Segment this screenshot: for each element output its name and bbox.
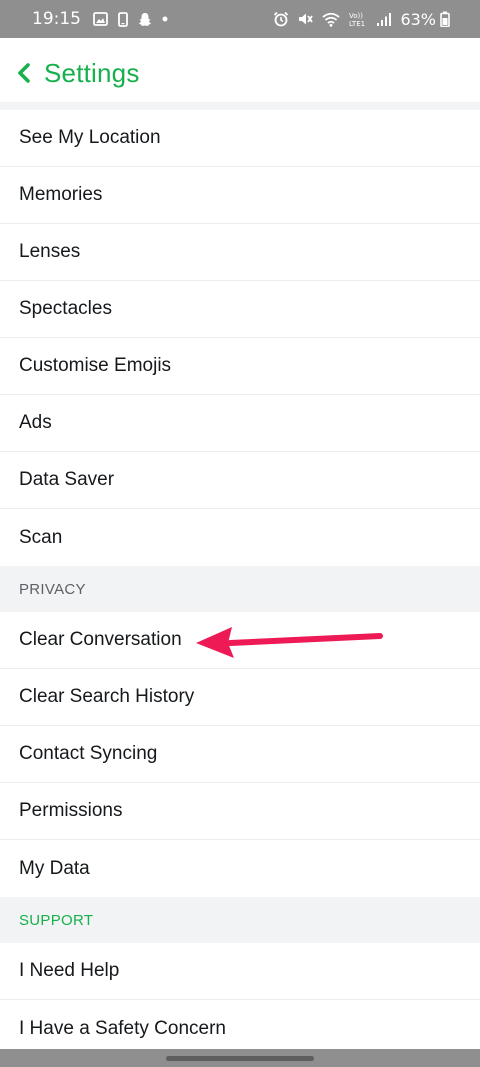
settings-item-customise-emojis[interactable]: Customise Emojis: [0, 338, 480, 395]
settings-item-label: Lenses: [19, 241, 81, 262]
settings-item-label: Ads: [19, 412, 52, 433]
settings-item-label: My Data: [19, 857, 90, 879]
settings-item-my-data[interactable]: My Data: [0, 840, 480, 897]
settings-item-ads[interactable]: Ads: [0, 395, 480, 452]
settings-item-label: Clear Search History: [19, 686, 195, 707]
section-label: PRIVACY: [19, 580, 86, 598]
section-header-privacy: PRIVACY: [0, 566, 480, 612]
image-icon: [93, 12, 108, 26]
svg-text:Vo)): Vo)): [349, 12, 363, 20]
battery-percent: 63%: [400, 9, 436, 29]
header-divider: [0, 102, 480, 110]
status-bar-left: 19:15: [32, 9, 178, 29]
alarm-icon: [273, 11, 289, 27]
section-label: SUPPORT: [19, 911, 94, 929]
settings-item-label: Memories: [19, 184, 103, 205]
settings-item-memories[interactable]: Memories: [0, 167, 480, 224]
status-bar: 19:15 Vo)) LTE1 63%: [0, 0, 480, 38]
settings-list: See My Location Memories Lenses Spectacl…: [0, 110, 480, 1057]
settings-item-label: Data Saver: [19, 469, 115, 490]
section-header-support: SUPPORT: [0, 897, 480, 943]
settings-item-scan[interactable]: Scan: [0, 509, 480, 566]
settings-item-spectacles[interactable]: Spectacles: [0, 281, 480, 338]
mute-icon: [297, 11, 314, 27]
volte-icon: Vo)) LTE1: [348, 11, 368, 27]
signal-icon: [376, 12, 392, 27]
status-bar-right: Vo)) LTE1 63%: [273, 10, 450, 29]
settings-item-contact-syncing[interactable]: Contact Syncing: [0, 726, 480, 783]
dot-icon: [162, 16, 168, 22]
settings-item-label: Scan: [19, 526, 63, 548]
settings-item-label: See My Location: [19, 127, 161, 148]
settings-item-data-saver[interactable]: Data Saver: [0, 452, 480, 509]
settings-item-permissions[interactable]: Permissions: [0, 783, 480, 840]
settings-item-i-need-help[interactable]: I Need Help: [0, 943, 480, 1000]
svg-text:LTE1: LTE1: [349, 20, 365, 27]
status-time: 19:15: [32, 9, 81, 29]
settings-item-label: Contact Syncing: [19, 743, 158, 764]
system-nav-bar: [0, 1049, 480, 1067]
phone-icon: [118, 11, 128, 27]
chevron-left-icon[interactable]: [12, 61, 36, 85]
settings-item-see-my-location[interactable]: See My Location: [0, 110, 480, 167]
settings-item-label: I Have a Safety Concern: [19, 1017, 226, 1039]
battery-icon: [440, 11, 450, 27]
settings-item-label: Spectacles: [19, 298, 112, 319]
settings-header: Settings: [0, 38, 480, 108]
snapchat-ghost-icon: [138, 12, 152, 27]
home-gesture-handle[interactable]: [166, 1055, 314, 1061]
settings-item-clear-search-history[interactable]: Clear Search History: [0, 669, 480, 726]
wifi-icon: [322, 12, 341, 27]
page-title: Settings: [44, 57, 140, 88]
settings-item-label: I Need Help: [19, 960, 120, 981]
settings-item-lenses[interactable]: Lenses: [0, 224, 480, 281]
settings-item-label: Permissions: [19, 800, 123, 821]
settings-item-label: Clear Conversation: [19, 629, 182, 650]
annotation-arrow-icon: [196, 627, 383, 658]
settings-item-label: Customise Emojis: [19, 355, 172, 376]
